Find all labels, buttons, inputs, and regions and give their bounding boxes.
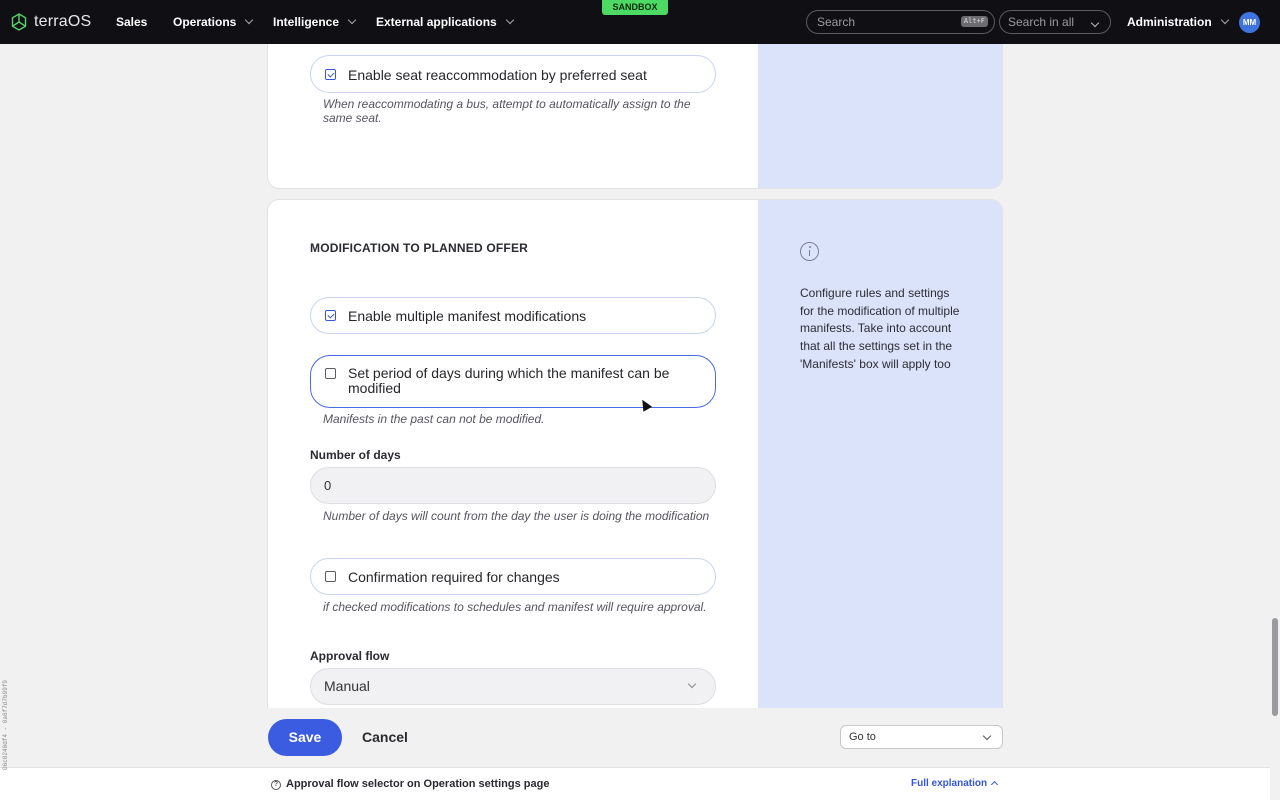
section-title: MODIFICATION TO PLANNED OFFER — [310, 241, 529, 255]
chevron-up-icon — [991, 780, 999, 789]
number-of-days-help: Number of days will count from the day t… — [323, 509, 710, 523]
nav-operations[interactable]: Operations — [173, 15, 254, 29]
full-explanation-link[interactable]: Full explanation — [911, 778, 999, 789]
go-to-select[interactable]: Go to — [840, 725, 1003, 749]
multiple-manifest-label: Enable multiple manifest modifications — [348, 308, 587, 324]
contextual-help-bar: ? Approval flow selector on Operation se… — [0, 767, 1270, 800]
save-button[interactable]: Save — [268, 719, 342, 756]
terraos-logo[interactable]: terraOS — [10, 13, 91, 31]
checkbox-unchecked-icon[interactable] — [325, 368, 336, 379]
logo-text: terraOS — [34, 13, 92, 30]
chevron-down-icon — [505, 15, 514, 25]
seat-reaccommodation-checkbox-row[interactable]: Enable seat reaccommodation by preferred… — [310, 55, 716, 93]
scrollbar-thumb[interactable] — [1272, 618, 1278, 716]
chevron-down-icon — [347, 15, 357, 25]
checkbox-unchecked-icon[interactable] — [325, 571, 336, 582]
user-avatar[interactable]: MM — [1239, 12, 1260, 33]
build-version-id: 06c0240df4 - 0a6f7d7b99f9 — [2, 679, 9, 770]
nav-label: External applications — [376, 15, 497, 29]
seat-info-panel — [758, 44, 1002, 188]
confirmation-label: Confirmation required for changes — [348, 569, 560, 585]
global-search-input[interactable]: Search Alt+F — [806, 10, 995, 34]
search-scope-value: Search in all — [1008, 15, 1075, 29]
chevron-down-icon — [1090, 18, 1100, 28]
chevron-down-icon — [1220, 15, 1229, 25]
approval-flow-select[interactable]: Manual — [310, 668, 716, 705]
top-navigation-bar: terraOS Sales Operations Intelligence Ex… — [0, 0, 1280, 44]
nav-label: Operations — [173, 15, 237, 29]
period-days-help: Manifests in the past can not be modifie… — [323, 412, 545, 426]
help-bar-title: Approval flow selector on Operation sett… — [286, 778, 550, 790]
chevron-down-icon — [982, 731, 992, 741]
checkbox-checked-icon[interactable] — [325, 310, 336, 321]
nav-label: Sales — [116, 15, 148, 29]
modification-info-text: Configure rules and settings for the mod… — [800, 286, 960, 371]
period-days-label: Set period of days during which the mani… — [348, 365, 670, 396]
search-shortcut-badge: Alt+F — [960, 16, 988, 27]
nav-intelligence[interactable]: Intelligence — [273, 15, 357, 29]
go-to-label: Go to — [849, 731, 876, 743]
logo-icon — [11, 13, 27, 31]
sandbox-badge: SANDBOX — [602, 0, 668, 15]
chevron-down-icon — [687, 679, 697, 689]
approval-flow-value: Manual — [324, 678, 370, 694]
cancel-button[interactable]: Cancel — [362, 719, 408, 756]
checkbox-checked-icon[interactable] — [325, 69, 336, 80]
nav-label: Intelligence — [273, 15, 340, 29]
seat-reaccommodation-help: When reaccommodating a bus, attempt to a… — [323, 97, 691, 125]
info-icon — [800, 242, 819, 261]
seat-reaccommodation-label: Enable seat reaccommodation by preferred… — [348, 67, 647, 83]
nav-label: Administration — [1127, 15, 1212, 29]
number-of-days-input[interactable]: 0 — [310, 467, 716, 504]
confirmation-help: if checked modifications to schedules an… — [323, 600, 707, 614]
search-scope-select[interactable]: Search in all — [999, 10, 1111, 34]
full-explanation-label: Full explanation — [911, 778, 988, 789]
modification-info-panel — [758, 200, 1002, 708]
period-days-checkbox-row[interactable]: Set period of days during which the mani… — [310, 355, 716, 408]
nav-external-applications[interactable]: External applications — [376, 15, 514, 29]
nav-sales[interactable]: Sales — [116, 15, 147, 29]
confirmation-checkbox-row[interactable]: Confirmation required for changes — [310, 558, 716, 595]
chevron-down-icon — [245, 15, 254, 25]
approval-flow-label: Approval flow — [310, 649, 390, 663]
help-question-icon: ? — [271, 780, 281, 790]
multiple-manifest-checkbox-row[interactable]: Enable multiple manifest modifications — [310, 297, 716, 334]
number-of-days-label: Number of days — [310, 448, 401, 462]
nav-administration[interactable]: Administration — [1127, 15, 1229, 29]
search-placeholder: Search — [817, 15, 856, 29]
